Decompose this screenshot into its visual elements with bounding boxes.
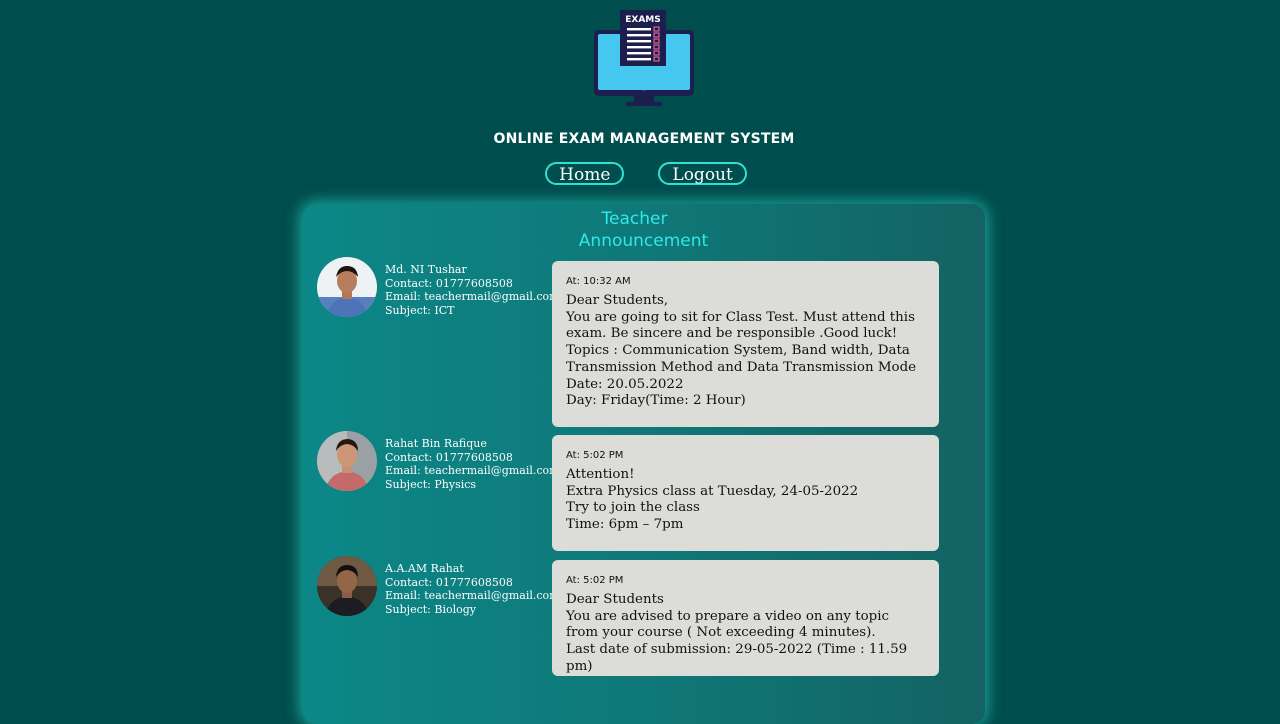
message-time: At: 10:32 AM [566, 276, 631, 287]
teacher-subject: Subject: ICT [385, 303, 455, 317]
logo-label: EXAMS [625, 15, 661, 25]
teacher-avatar [317, 257, 377, 317]
teacher-email: Email: teachermail@gmail.com [385, 290, 560, 304]
teacher-contact: Contact: 01777608508 [385, 276, 513, 290]
logout-button[interactable]: Logout [658, 162, 747, 185]
teacher-name: Rahat Bin Rafique [385, 437, 487, 450]
message-box: At: 5:02 PM Dear Students You are advise… [552, 560, 939, 676]
panel-title: Teacher Announcement [302, 208, 985, 252]
main-nav: Home Logout [0, 162, 1280, 185]
announcement-panel: Teacher Announcement Md. NI Tushar Conta… [302, 204, 985, 724]
teacher-avatar [317, 556, 377, 616]
teacher-avatar [317, 431, 377, 491]
site-logo: EXAMS [592, 8, 696, 108]
teacher-info: Md. NI Tushar Contact: 01777608508 Email… [385, 263, 560, 317]
message-text: Dear Students You are advised to prepare… [566, 592, 908, 674]
avatar-photo-icon [317, 257, 377, 317]
message-time: At: 5:02 PM [566, 450, 624, 461]
teacher-name: A.A.AM Rahat [385, 562, 464, 575]
message-box: At: 5:02 PM Attention! Extra Physics cla… [552, 435, 939, 551]
message-box: At: 10:32 AM Dear Students, You are goin… [552, 261, 939, 427]
teacher-contact: Contact: 01777608508 [385, 450, 513, 464]
teacher-name: Md. NI Tushar [385, 263, 467, 276]
message-text: Attention! Extra Physics class at Tuesda… [566, 467, 859, 533]
panel-title-line1: Teacher [601, 209, 668, 229]
site-title: ONLINE EXAM MANAGEMENT SYSTEM [493, 131, 795, 147]
teacher-contact: Contact: 01777608508 [385, 575, 513, 589]
message-text: Dear Students, You are going to sit for … [566, 293, 917, 409]
teacher-subject: Subject: Biology [385, 602, 476, 616]
exam-monitor-icon: EXAMS [594, 10, 694, 106]
panel-title-line2: Announcement [578, 231, 709, 251]
avatar-photo-icon [317, 556, 377, 616]
message-time: At: 5:02 PM [566, 575, 624, 586]
avatar-photo-icon [317, 431, 377, 491]
teacher-info: A.A.AM Rahat Contact: 01777608508 Email:… [385, 562, 560, 616]
teacher-info: Rahat Bin Rafique Contact: 01777608508 E… [385, 437, 560, 491]
home-button[interactable]: Home [545, 162, 625, 185]
teacher-subject: Subject: Physics [385, 477, 477, 491]
teacher-email: Email: teachermail@gmail.com [385, 464, 560, 478]
teacher-email: Email: teachermail@gmail.com [385, 589, 560, 603]
